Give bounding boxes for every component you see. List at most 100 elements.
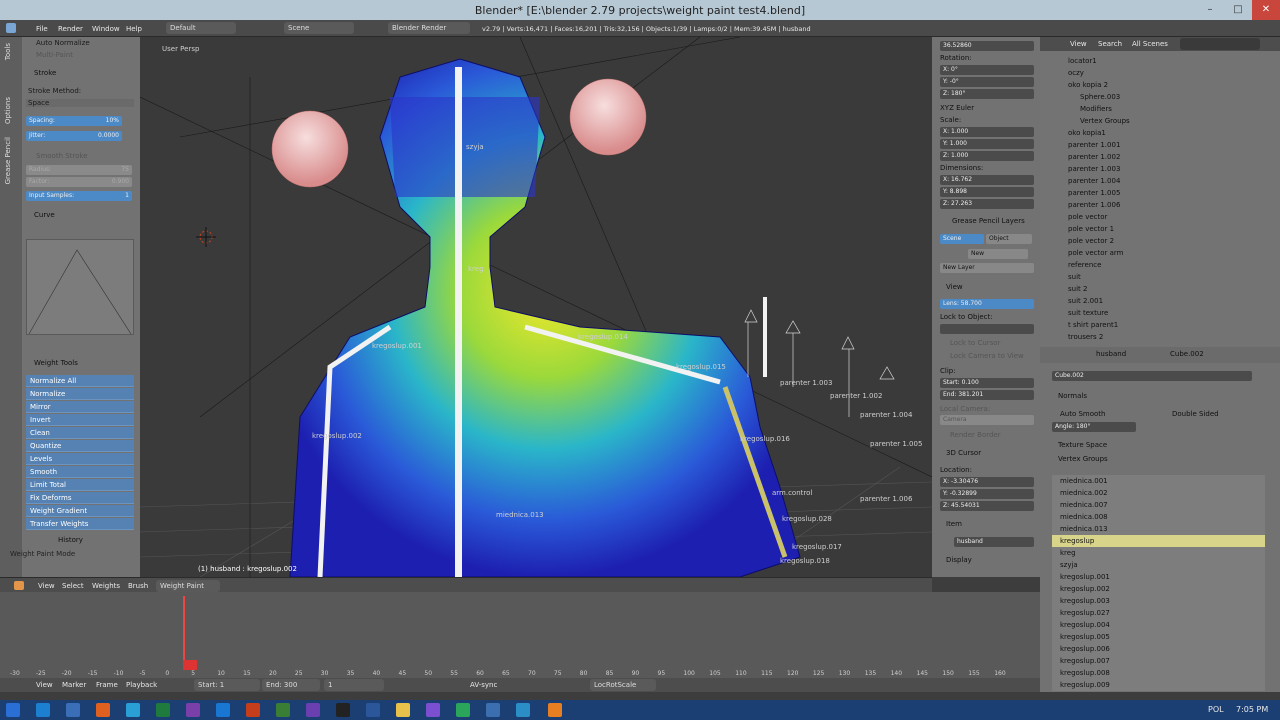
weight-tools-panel-header[interactable]: Weight Tools — [34, 359, 78, 367]
double-sided-checkbox[interactable]: Double Sided — [1172, 410, 1219, 418]
timeline-editor[interactable]: -30 -25 -20 -15 -10 -5 0 5 10 15 20 25 30 35 40 45 50 55 6… — [0, 592, 1040, 692]
menu-window[interactable]: Window — [92, 25, 120, 33]
rotation-mode-dropdown[interactable]: XYZ Euler — [940, 104, 974, 112]
vertex-group-row-active[interactable]: kregoslup — [1052, 535, 1265, 547]
end-frame-field[interactable]: End: 300 — [262, 679, 320, 691]
lock-object-field[interactable] — [940, 324, 1034, 334]
keying-set-field[interactable]: LocRotScale — [590, 679, 656, 691]
tool-invert[interactable]: Invert — [26, 414, 134, 426]
outliner-search-input[interactable] — [1180, 38, 1260, 50]
timeline-menu-marker[interactable]: Marker — [62, 681, 86, 689]
outliner-menu-view[interactable]: View — [1070, 40, 1087, 48]
outliner-row[interactable]: oczy — [1068, 69, 1084, 81]
current-frame-field[interactable]: 1 — [324, 679, 384, 691]
timeline-menu-frame[interactable]: Frame — [96, 681, 118, 689]
vertex-group-row[interactable]: kregoslup.007 — [1052, 655, 1265, 667]
tool-normalize-all[interactable]: Normalize All — [26, 375, 134, 387]
tool-weight-gradient[interactable]: Weight Gradient — [26, 505, 134, 517]
vertex-group-row[interactable]: kregoslup.004 — [1052, 619, 1265, 631]
outlook-icon[interactable] — [216, 703, 230, 717]
outliner-row[interactable]: pole vector arm — [1068, 249, 1124, 261]
render-engine-selector[interactable]: Blender Render — [388, 22, 470, 34]
viewport-menu-select[interactable]: Select — [62, 582, 84, 590]
lens-field[interactable]: Lens: 58.700 — [940, 299, 1034, 309]
menu-file[interactable]: File — [36, 25, 48, 33]
vertex-group-row[interactable]: szyja — [1052, 559, 1265, 571]
outliner-row[interactable]: parenter 1.004 — [1068, 177, 1120, 189]
tab-grease-pencil[interactable]: Grease Pencil — [4, 137, 12, 184]
breadcrumb-object[interactable]: husband — [1096, 350, 1126, 362]
scale-y-field[interactable]: Y: 1.000 — [940, 139, 1034, 149]
interaction-mode-selector[interactable]: Weight Paint — [156, 580, 220, 592]
tool-transfer-weights[interactable]: Transfer Weights — [26, 518, 134, 530]
curve-editor[interactable] — [26, 239, 134, 335]
current-frame-marker[interactable] — [183, 660, 197, 670]
outliner-row[interactable]: pole vector 2 — [1068, 237, 1114, 249]
outliner-row[interactable]: locator1 — [1068, 57, 1097, 69]
excel-icon[interactable] — [156, 703, 170, 717]
input-language[interactable]: POL — [1208, 705, 1224, 714]
outliner-row[interactable]: parenter 1.006 — [1068, 201, 1120, 213]
breadcrumb-mesh[interactable]: Cube.002 — [1170, 350, 1204, 362]
outliner-row[interactable]: parenter 1.005 — [1068, 189, 1120, 201]
3d-viewport[interactable]: User Persp (1) husband : kregoslup.002 s… — [140, 37, 932, 577]
tool-mirror[interactable]: Mirror — [26, 401, 134, 413]
vertex-group-row[interactable]: miednica.013 — [1052, 523, 1265, 535]
tool-limit-total[interactable]: Limit Total — [26, 479, 134, 491]
outliner-row[interactable]: suit — [1068, 273, 1081, 285]
location-z-field[interactable]: 36.52860 — [940, 41, 1034, 51]
curve-panel-header[interactable]: Curve — [34, 211, 55, 219]
viewport-menu-weights[interactable]: Weights — [92, 582, 120, 590]
editor-type-icon[interactable] — [6, 23, 16, 33]
outliner-row[interactable]: t shirt parent1 — [1068, 321, 1118, 333]
explorer-icon[interactable] — [396, 703, 410, 717]
dimensions-y-field[interactable]: Y: 8.898 — [940, 187, 1034, 197]
firefox-icon[interactable] — [96, 703, 110, 717]
dimensions-x-field[interactable]: X: 16.762 — [940, 175, 1034, 185]
multi-paint-checkbox[interactable]: Multi-Paint — [36, 51, 73, 59]
start-button-icon[interactable] — [6, 703, 20, 717]
vertex-group-row[interactable]: kregoslup.005 — [1052, 631, 1265, 643]
clip-end-field[interactable]: End: 381.201 — [940, 390, 1034, 400]
radius-field[interactable]: Radius: 75 — [26, 165, 132, 175]
tool-fix-deforms[interactable]: Fix Deforms — [26, 492, 134, 504]
spacing-field[interactable]: Spacing: 10% — [26, 116, 122, 126]
vertex-group-row[interactable]: kreg — [1052, 547, 1265, 559]
app5-icon[interactable] — [516, 703, 530, 717]
epic-icon[interactable] — [336, 703, 350, 717]
app2-icon[interactable] — [426, 703, 440, 717]
gp-scene-tab[interactable]: Scene — [940, 234, 984, 244]
chrome-icon[interactable] — [126, 703, 140, 717]
publisher-icon[interactable] — [276, 703, 290, 717]
vertex-groups-panel-header[interactable]: Vertex Groups — [1058, 455, 1108, 463]
timeline-menu-playback[interactable]: Playback — [126, 681, 157, 689]
mesh-name-field[interactable]: Cube.002 — [1052, 371, 1252, 381]
minimize-button[interactable]: – — [1196, 0, 1224, 20]
vertex-group-row[interactable]: miednica.007 — [1052, 499, 1265, 511]
vertex-group-row[interactable]: miednica.008 — [1052, 511, 1265, 523]
close-button[interactable]: ✕ — [1252, 0, 1280, 20]
cursor-x-field[interactable]: X: -3.30476 — [940, 477, 1034, 487]
texture-space-panel-header[interactable]: Texture Space — [1058, 441, 1107, 449]
sync-mode-dropdown[interactable]: AV-sync — [470, 681, 497, 689]
outliner-menu-search[interactable]: Search — [1098, 40, 1122, 48]
scene-selector[interactable]: Scene — [284, 22, 354, 34]
layout-selector[interactable]: Default — [166, 22, 236, 34]
vertex-group-row[interactable]: miednica.002 — [1052, 487, 1265, 499]
viewport-menu-view[interactable]: View — [38, 582, 55, 590]
timeline-menu-view[interactable]: View — [36, 681, 53, 689]
vertex-group-row[interactable]: kregoslup.006 — [1052, 643, 1265, 655]
history-panel-header[interactable]: History — [58, 536, 83, 544]
outliner-row[interactable]: trousers 2 — [1068, 333, 1103, 345]
view-panel-header[interactable]: View — [946, 283, 963, 291]
word-icon[interactable] — [366, 703, 380, 717]
input-samples-field[interactable]: Input Samples: 1 — [26, 191, 132, 201]
tool-smooth[interactable]: Smooth — [26, 466, 134, 478]
tab-options[interactable]: Options — [4, 97, 12, 124]
factor-field[interactable]: Factor: 0.900 — [26, 177, 132, 187]
vertex-group-row[interactable]: miednica.001 — [1052, 475, 1265, 487]
start-frame-field[interactable]: Start: 1 — [194, 679, 260, 691]
outliner-display-mode[interactable]: All Scenes — [1132, 40, 1168, 48]
vertex-group-row[interactable]: kregoslup.008 — [1052, 667, 1265, 679]
cursor-z-field[interactable]: Z: 45.54031 — [940, 501, 1034, 511]
